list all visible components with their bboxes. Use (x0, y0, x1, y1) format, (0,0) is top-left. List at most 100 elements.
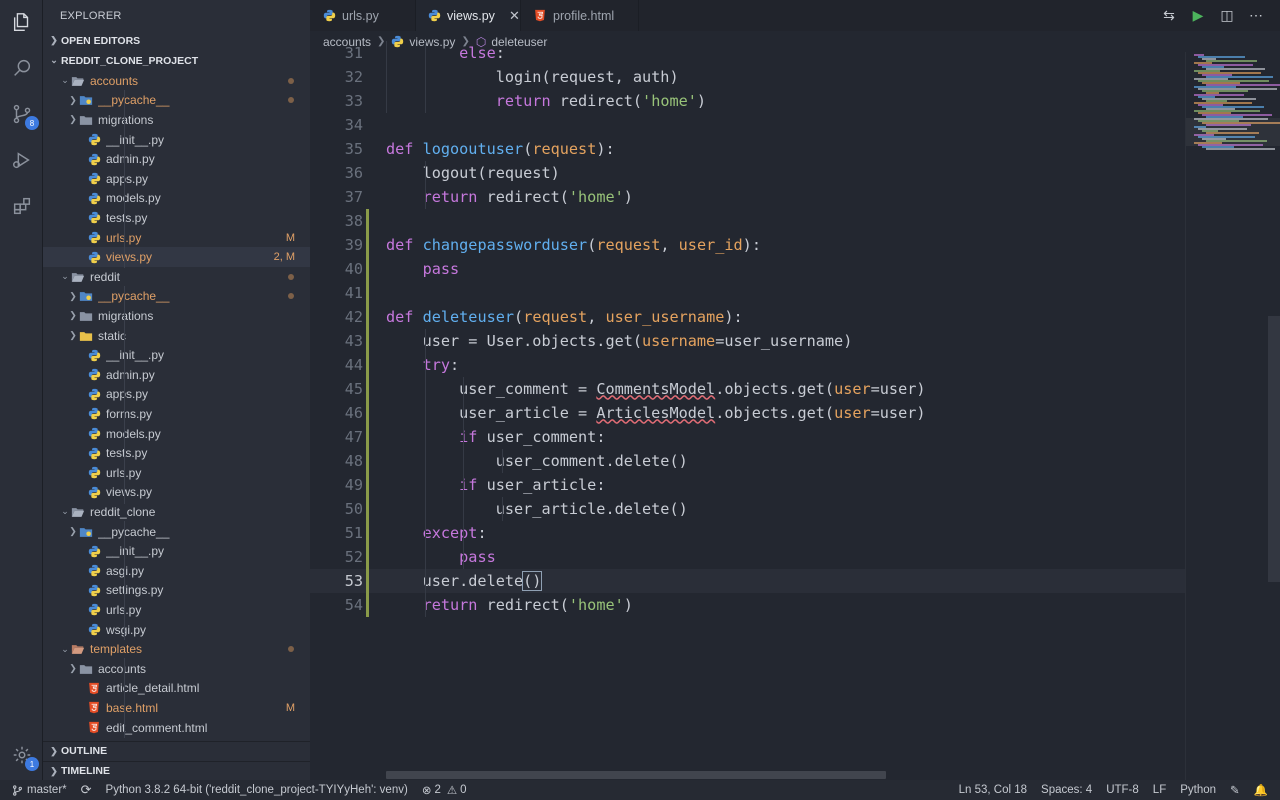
tree-item[interactable]: admin.py (43, 149, 310, 169)
indent-guide (502, 497, 503, 521)
tree-item[interactable]: __init__.py (43, 130, 310, 150)
tree-item-label: tests.py (106, 210, 148, 225)
tree-item[interactable]: ⌄ accounts (43, 71, 310, 91)
tree-item[interactable]: ❯ __pycache__ (43, 91, 310, 111)
line-number: 43 (344, 331, 363, 350)
tree-item[interactable]: urls.pyM (43, 228, 310, 248)
problems-indicator[interactable]: ⊗ 2 ⚠ 0 (415, 783, 474, 797)
tree-item[interactable]: ❯ migrations (43, 306, 310, 326)
open-editors-section[interactable]: ❯ OPEN EDITORS (43, 31, 310, 51)
more-actions-icon[interactable]: ⋯ (1248, 7, 1264, 24)
project-section[interactable]: ⌄ REDDIT_CLONE_PROJECT (43, 51, 310, 71)
notifications-icon[interactable]: 🔔 (1247, 783, 1280, 797)
tree-item[interactable]: ❯ __pycache__ (43, 287, 310, 307)
tab-profile-html[interactable]: profile.html (521, 0, 639, 31)
tree-item[interactable]: admin.py (43, 365, 310, 385)
tree-item[interactable]: forms.py (43, 404, 310, 424)
code-token: return (495, 91, 551, 110)
code-line: 37 return redirect('home') (310, 185, 1185, 209)
tree-item[interactable]: __init__.py (43, 345, 310, 365)
tab-urls-py[interactable]: urls.py (310, 0, 416, 31)
code-token: redirect( (477, 187, 569, 206)
folder-icon (79, 290, 93, 303)
tree-item-label: __pycache__ (98, 93, 170, 108)
tree-item[interactable]: ❯ static (43, 326, 310, 346)
chevron-down-icon: ⌄ (61, 643, 69, 654)
tree-item[interactable]: wsgi.py (43, 620, 310, 640)
end-of-line[interactable]: LF (1146, 784, 1173, 796)
tree-item[interactable]: ⌄ reddit (43, 267, 310, 287)
run-debug-icon[interactable] (9, 147, 34, 172)
tree-item[interactable]: asgi.py (43, 561, 310, 581)
tree-item[interactable]: settings.py (43, 581, 310, 601)
tree-item-label: urls.py (106, 466, 310, 480)
extensions-icon[interactable] (9, 193, 34, 218)
tree-item[interactable]: views.py (43, 483, 310, 503)
code-token: request (596, 235, 661, 254)
code-token: user (834, 379, 871, 398)
tab-views-py[interactable]: views.py ✕ (416, 0, 521, 31)
tree-item[interactable]: base.html M (43, 698, 310, 718)
tree-item[interactable]: models.py (43, 424, 310, 444)
search-icon[interactable] (9, 55, 34, 80)
tree-item[interactable]: views.py 2, M (43, 247, 310, 267)
explorer-icon[interactable] (9, 9, 34, 34)
tree-item[interactable]: ❯ __pycache__ (43, 522, 310, 542)
tree-item-label: urls.py (106, 231, 286, 245)
minimap-viewport[interactable] (1186, 118, 1280, 146)
tree-item-label: migrations (98, 308, 154, 323)
code-token: deleteuser (422, 307, 515, 326)
indentation[interactable]: Spaces: 4 (1034, 784, 1099, 796)
tree-item[interactable]: ❯ migrations (43, 110, 310, 130)
tree-item[interactable]: tests.py (43, 443, 310, 463)
tree-item[interactable]: urls.py (43, 600, 310, 620)
explorer-sidebar: EXPLORER ❯ OPEN EDITORS ⌄ REDDIT_CLONE_P… (43, 0, 310, 780)
minimap[interactable] (1185, 52, 1280, 780)
language-mode[interactable]: Python (1173, 784, 1223, 796)
open-changes-icon[interactable]: ⇆ (1161, 7, 1177, 24)
encoding[interactable]: UTF-8 (1099, 784, 1146, 796)
tree-item[interactable]: urls.py (43, 463, 310, 483)
chevron-right-icon: ❯ (50, 745, 58, 756)
line-number: 53 (344, 571, 363, 590)
tree-item[interactable]: article_detail.html (43, 679, 310, 699)
sync-icon[interactable]: ⟳ (74, 782, 99, 798)
code-line: 48 user_comment.delete() (310, 449, 1185, 473)
code-token: user_article = (386, 403, 597, 422)
indent-guide (502, 449, 503, 473)
tree-item[interactable]: models.py (43, 189, 310, 209)
line-number: 33 (344, 91, 363, 110)
vertical-scrollbar[interactable] (1268, 316, 1280, 582)
close-tab-icon[interactable]: ✕ (509, 8, 520, 24)
horizontal-scrollbar[interactable] (386, 771, 886, 779)
tree-item[interactable]: apps.py (43, 385, 310, 405)
code-token: ( (523, 139, 533, 158)
source-control-icon[interactable]: 8 (9, 101, 39, 130)
code-text: if user_article: (386, 473, 605, 497)
tree-item-label: apps.py (106, 171, 149, 186)
settings-gear-icon[interactable]: 1 (9, 742, 39, 771)
line-number: 32 (344, 67, 363, 86)
split-editor-icon[interactable]: ◫ (1219, 7, 1235, 24)
code-editor[interactable]: 31 else: 32 login(request, auth) 33 return… (310, 41, 1185, 781)
feedback-icon[interactable]: ✎ (1223, 783, 1247, 797)
tree-item[interactable]: ❯ accounts (43, 659, 310, 679)
outline-section[interactable]: ❯ OUTLINE (43, 741, 310, 761)
code-token: user (834, 403, 871, 422)
tree-item[interactable]: ⌄ templates (43, 639, 310, 659)
tree-item[interactable]: __init__.py (43, 541, 310, 561)
tree-item[interactable]: tests.py (43, 208, 310, 228)
tree-item[interactable]: edit_comment.html (43, 718, 310, 738)
run-python-file-icon[interactable]: ▶ (1190, 7, 1206, 24)
timeline-section[interactable]: ❯ TIMELINE (43, 761, 310, 780)
cursor-position[interactable]: Ln 53, Col 18 (952, 784, 1034, 796)
error-count: 2 (434, 784, 441, 796)
python-interpreter[interactable]: Python 3.8.2 64-bit ('reddit_clone_proje… (99, 784, 415, 796)
branch-indicator[interactable]: master* (0, 784, 74, 796)
chevron-right-icon: ❯ (50, 765, 58, 776)
tree-item[interactable]: apps.py (43, 169, 310, 189)
tree-item[interactable]: ⌄ reddit_clone (43, 502, 310, 522)
folder-icon (79, 94, 93, 107)
code-line: 44 try: (310, 353, 1185, 377)
